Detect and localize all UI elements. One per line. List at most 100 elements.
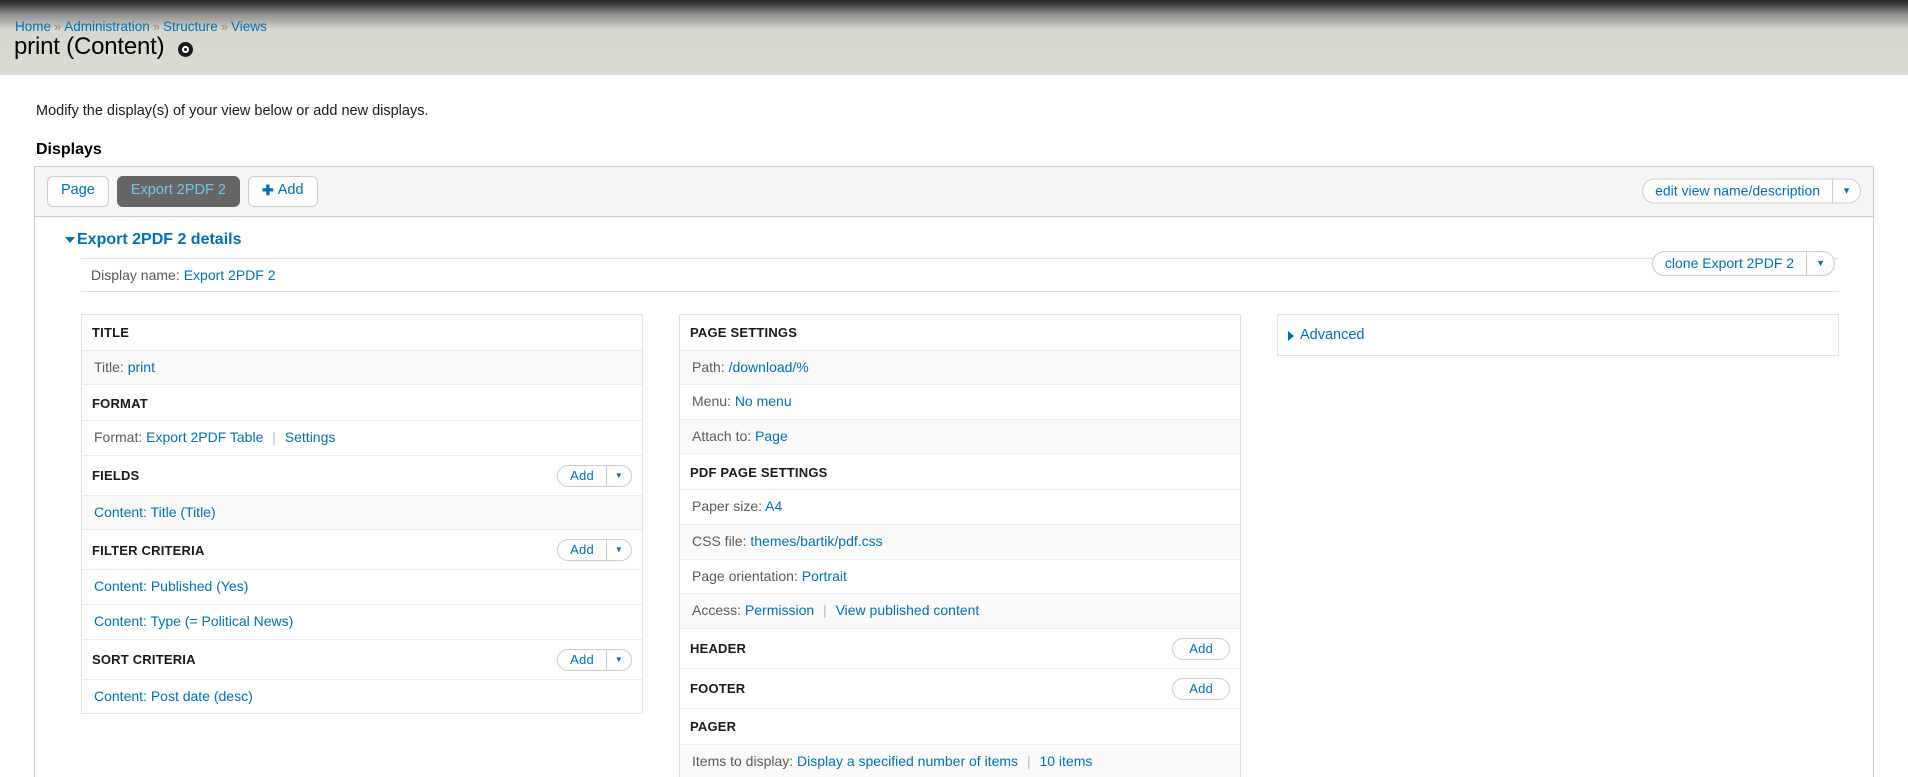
chevron-down-icon[interactable]: ▼ — [1806, 252, 1834, 275]
chevron-down-icon[interactable]: ▼ — [606, 540, 631, 560]
menu-label: Menu: — [692, 393, 731, 409]
access-value-link[interactable]: Permission — [745, 602, 814, 618]
filter-item-link[interactable]: Content: Type (= Political News) — [94, 613, 293, 629]
field-item-link[interactable]: Content: Title (Title) — [94, 504, 216, 520]
sort-add-button[interactable]: Add ▼ — [557, 649, 632, 671]
add-display-button[interactable]: ✚Add — [248, 176, 318, 207]
filter-item-link[interactable]: Content: Published (Yes) — [94, 578, 248, 594]
advanced-label: Advanced — [1300, 327, 1365, 343]
column-middle: PAGE SETTINGS Path: /download/% Menu: No… — [679, 314, 1241, 777]
breadcrumb-separator: » — [153, 19, 160, 34]
row-path: Path: /download/% — [680, 351, 1240, 386]
items-to-display-label: Items to display: — [692, 753, 793, 769]
section-heading-label: FILTER CRITERIA — [92, 543, 205, 558]
left-panel: TITLE Title: print FORMAT Format: Export… — [81, 314, 643, 715]
column-left: TITLE Title: print FORMAT Format: Export… — [81, 314, 643, 715]
section-heading-label: FIELDS — [92, 468, 139, 483]
plus-icon: ✚ — [262, 181, 274, 200]
add-display-label: Add — [278, 181, 304, 201]
footer-add-label: Add — [1173, 679, 1229, 699]
section-heading-label: PDF PAGE SETTINGS — [690, 465, 828, 480]
fields-add-label: Add — [558, 466, 606, 486]
attach-to-value-link[interactable]: Page — [755, 428, 788, 444]
row-attach-to: Attach to: Page — [680, 420, 1240, 455]
section-heading-label: FORMAT — [92, 396, 148, 411]
display-tab-page[interactable]: Page — [47, 176, 109, 207]
paper-size-value-link[interactable]: A4 — [765, 498, 782, 514]
items-count-link[interactable]: 10 items — [1039, 753, 1092, 769]
display-columns: TITLE Title: print FORMAT Format: Export… — [35, 292, 1873, 777]
title-label: Title: — [94, 359, 124, 375]
edit-view-name-label: edit view name/description — [1643, 180, 1832, 203]
chevron-down-icon[interactable]: ▼ — [606, 650, 631, 670]
page-orientation-value-link[interactable]: Portrait — [802, 568, 847, 584]
css-file-label: CSS file: — [692, 533, 746, 549]
display-tab-export-2pdf-2[interactable]: Export 2PDF 2 — [117, 176, 240, 207]
breadcrumb-item-administration[interactable]: Administration — [64, 19, 150, 34]
section-heading-label: PAGER — [690, 719, 736, 734]
footer-add-button[interactable]: Add — [1172, 678, 1230, 700]
page-orientation-label: Page orientation: — [692, 568, 798, 584]
filter-add-button[interactable]: Add ▼ — [557, 539, 632, 561]
access-extra-link[interactable]: View published content — [836, 602, 980, 618]
advanced-toggle[interactable]: Advanced — [1277, 314, 1839, 356]
format-label: Format: — [94, 429, 142, 445]
section-format-heading: FORMAT — [82, 385, 642, 421]
sort-add-label: Add — [558, 650, 606, 670]
clone-display-label: clone Export 2PDF 2 — [1653, 252, 1806, 275]
path-value-link[interactable]: /download/% — [729, 359, 809, 375]
paper-size-label: Paper size: — [692, 498, 762, 514]
section-heading-label: HEADER — [690, 641, 746, 656]
format-value-link[interactable]: Export 2PDF Table — [146, 429, 263, 445]
fields-add-button[interactable]: Add ▼ — [557, 465, 632, 487]
row-title: Title: print — [82, 351, 642, 386]
sort-item-link[interactable]: Content: Post date (desc) — [94, 688, 253, 704]
breadcrumb-item-home[interactable]: Home — [15, 19, 51, 34]
middle-panel: PAGE SETTINGS Path: /download/% Menu: No… — [679, 314, 1241, 777]
column-right: Advanced — [1277, 314, 1839, 356]
breadcrumb-separator: » — [221, 19, 228, 34]
divider: | — [272, 429, 276, 445]
clone-display-button[interactable]: clone Export 2PDF 2 ▼ — [1652, 251, 1835, 276]
row-format: Format: Export 2PDF Table | Settings — [82, 421, 642, 456]
section-heading-label: FOOTER — [690, 681, 745, 696]
display-details-toggle[interactable]: Export 2PDF 2 details — [35, 217, 1873, 258]
css-file-value-link[interactable]: themes/bartik/pdf.css — [750, 533, 882, 549]
attach-to-label: Attach to: — [692, 428, 751, 444]
edit-view-name-description-button[interactable]: edit view name/description ▼ — [1642, 179, 1861, 204]
page-header: Home»Administration»Structure»Views prin… — [0, 0, 1908, 75]
breadcrumb-separator: » — [54, 19, 61, 34]
section-pdf-page-settings-heading: PDF PAGE SETTINGS — [680, 454, 1240, 490]
displays-heading: Displays — [36, 141, 1874, 159]
row-sort-item: Content: Post date (desc) — [82, 680, 642, 714]
views-edit-panel: Page Export 2PDF 2 ✚Add edit view name/d… — [34, 166, 1874, 777]
row-paper-size: Paper size: A4 — [680, 490, 1240, 525]
row-filter-item: Content: Type (= Political News) — [82, 605, 642, 640]
breadcrumb-item-views[interactable]: Views — [231, 19, 267, 34]
header-add-button[interactable]: Add — [1172, 638, 1230, 660]
title-value-link[interactable]: print — [128, 359, 155, 375]
display-name-link[interactable]: Export 2PDF 2 — [184, 267, 276, 283]
display-details-wrap: Export 2PDF 2 details Display name:Expor… — [35, 217, 1873, 777]
section-footer-heading: FOOTER Add — [680, 669, 1240, 709]
menu-value-link[interactable]: No menu — [735, 393, 792, 409]
header-add-label: Add — [1173, 639, 1229, 659]
format-settings-link[interactable]: Settings — [285, 429, 336, 445]
section-heading-label: SORT CRITERIA — [92, 652, 196, 667]
items-to-display-value-link[interactable]: Display a specified number of items — [797, 753, 1018, 769]
chevron-down-icon[interactable]: ▼ — [606, 466, 631, 486]
breadcrumb-item-structure[interactable]: Structure — [163, 19, 218, 34]
section-pager-heading: PAGER — [680, 709, 1240, 745]
chevron-down-icon[interactable]: ▼ — [1832, 180, 1860, 203]
section-sort-criteria-heading: SORT CRITERIA Add ▼ — [82, 640, 642, 680]
access-label: Access: — [692, 602, 741, 618]
row-menu: Menu: No menu — [680, 385, 1240, 420]
caret-right-icon — [1288, 331, 1294, 341]
section-heading-label: TITLE — [92, 325, 129, 340]
gear-icon[interactable] — [178, 42, 193, 57]
content-area: Modify the display(s) of your view below… — [0, 75, 1908, 777]
section-filter-criteria-heading: FILTER CRITERIA Add ▼ — [82, 530, 642, 570]
section-heading-label: PAGE SETTINGS — [690, 325, 797, 340]
section-page-settings-heading: PAGE SETTINGS — [680, 315, 1240, 351]
row-items-to-display: Items to display: Display a specified nu… — [680, 745, 1240, 777]
